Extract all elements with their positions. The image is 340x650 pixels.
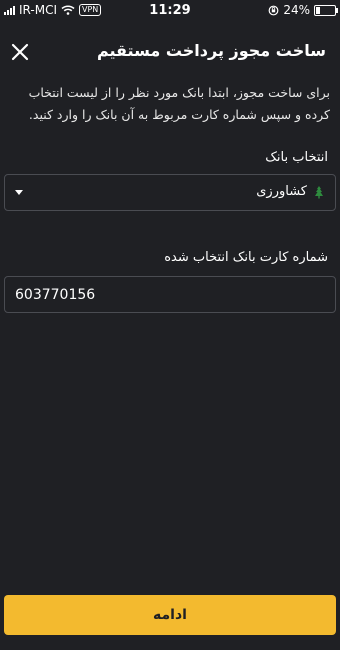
battery-fill	[316, 6, 321, 14]
battery-icon	[314, 4, 338, 16]
bank-name: کشاورزی	[256, 184, 307, 199]
continue-button[interactable]: ادامه	[4, 595, 336, 635]
status-bar: IR-MCI VPN 11:29 24%	[0, 0, 340, 22]
status-right: 24%	[268, 3, 338, 17]
bank-select-value: کشاورزی	[256, 184, 325, 199]
page-title: ساخت مجوز پرداخت مستقیم	[96, 41, 326, 60]
header: ساخت مجوز پرداخت مستقیم	[0, 34, 340, 70]
chevron-down-icon	[15, 190, 23, 195]
card-number-label: شماره کارت بانک انتخاب شده	[164, 250, 328, 265]
bank-select[interactable]: کشاورزی	[4, 174, 336, 211]
close-button[interactable]	[8, 40, 32, 64]
bank-select-label: انتخاب بانک	[265, 150, 328, 165]
close-icon	[11, 43, 29, 61]
orientation-lock-icon	[268, 5, 279, 15]
battery-percent: 24%	[283, 3, 310, 17]
keshavarzi-bank-logo-icon	[315, 185, 323, 198]
card-number-input[interactable]	[4, 276, 336, 313]
description-text: برای ساخت مجوز، ابتدا بانک مورد نظر را ا…	[28, 85, 330, 122]
